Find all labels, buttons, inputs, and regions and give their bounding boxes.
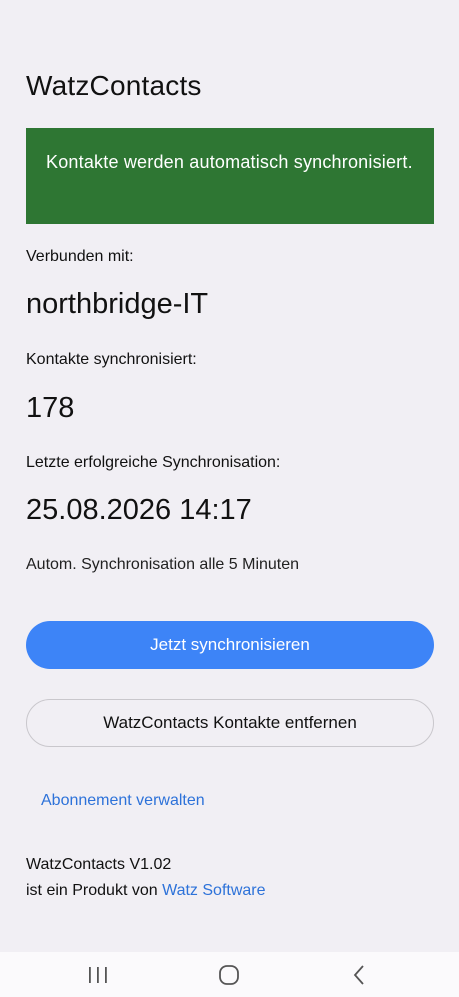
home-icon: [219, 964, 239, 985]
version-text: WatzContacts V1.02: [26, 856, 172, 873]
contacts-synced-count: 178: [26, 392, 75, 424]
manage-subscription-link[interactable]: Abonnement verwalten: [41, 792, 205, 810]
recent-apps-icon: [89, 966, 107, 983]
remove-contacts-button[interactable]: WatzContacts Kontakte entfernen: [26, 699, 434, 747]
last-sync-label: Letzte erfolgreiche Synchronisation:: [26, 454, 281, 471]
system-navigation-bar: [0, 952, 459, 997]
back-icon: [353, 964, 364, 985]
product-prefix-text: ist ein Produkt von: [26, 882, 163, 899]
product-line: ist ein Produkt von Watz Software: [26, 878, 266, 904]
sync-status-banner: Kontakte werden automatisch synchronisie…: [26, 128, 434, 224]
contacts-synced-label: Kontakte synchronisiert:: [26, 351, 197, 368]
last-sync-timestamp: 25.08.2026 14:17: [26, 494, 252, 526]
sync-now-button[interactable]: Jetzt synchronisieren: [26, 621, 434, 669]
app-info-footer: WatzContacts V1.02 ist ein Produkt von W…: [26, 852, 266, 904]
page-title: WatzContacts: [26, 70, 202, 101]
home-button[interactable]: [201, 952, 257, 997]
back-button[interactable]: [332, 952, 388, 997]
sync-status-message: Kontakte werden automatisch synchronisie…: [46, 152, 413, 172]
recent-apps-button[interactable]: [70, 952, 126, 997]
auto-sync-interval-text: Autom. Synchronisation alle 5 Minuten: [26, 556, 300, 573]
connected-label: Verbunden mit:: [26, 248, 134, 265]
connected-server-value: northbridge-IT: [26, 288, 209, 320]
company-link[interactable]: Watz Software: [162, 882, 265, 899]
